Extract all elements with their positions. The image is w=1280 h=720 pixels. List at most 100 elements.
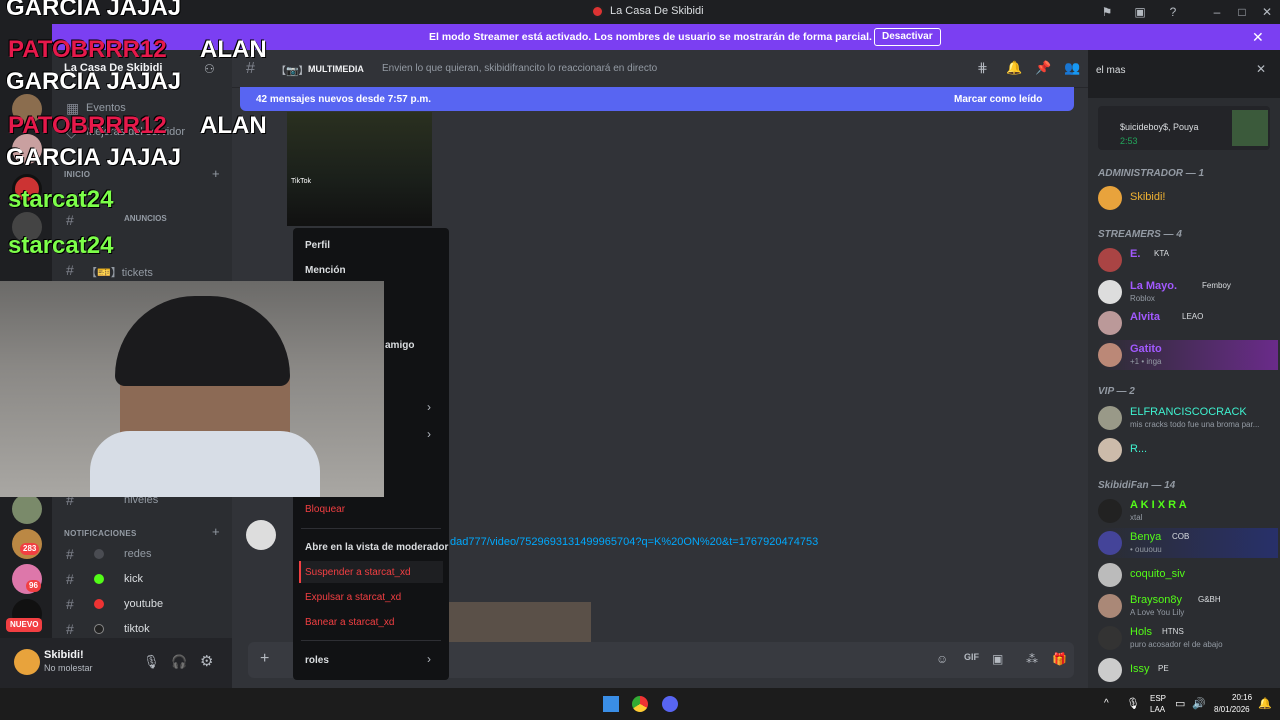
member-row[interactable]: Issy PE: [1098, 655, 1278, 685]
channel-emoji-icon: 【📷】: [276, 66, 309, 77]
member-row[interactable]: Hols HTNS puro acosador el de abajo: [1098, 623, 1278, 653]
now-playing-card[interactable]: $uicideboy$, Pouya 2:53: [1098, 106, 1270, 150]
stream-overlay-text: ALAN: [200, 36, 267, 63]
hash-icon: #: [66, 262, 74, 278]
screen-icon[interactable]: ▣: [1133, 5, 1147, 19]
chevron-right-icon[interactable]: ›: [427, 427, 431, 441]
stream-overlay-text: GARCIA JAJAJ: [6, 0, 182, 21]
microphone-icon[interactable]: 🎙: [1126, 697, 1140, 710]
gear-icon[interactable]: ⚙: [200, 652, 213, 670]
windows-start-icon[interactable]: [603, 696, 619, 712]
clear-search-icon[interactable]: ✕: [1256, 62, 1266, 76]
avatar: [1098, 248, 1122, 272]
user-name: Skibidi!: [44, 649, 84, 661]
gift-icon[interactable]: 🎁: [1052, 652, 1067, 666]
server-icon[interactable]: [12, 494, 42, 524]
member-row[interactable]: Benya COB • ouuouu: [1098, 528, 1278, 558]
avatar[interactable]: [14, 649, 40, 675]
apps-icon[interactable]: ⁂: [1026, 652, 1038, 666]
close-icon[interactable]: ✕: [1252, 29, 1264, 46]
channel-redes[interactable]: # redes: [64, 544, 224, 564]
channel-kick[interactable]: # kick: [64, 569, 224, 589]
clock-time[interactable]: 20:16: [1232, 693, 1252, 702]
tiktok-video-thumbnail[interactable]: TikTok: [287, 112, 432, 226]
role-header: VIP — 2: [1098, 386, 1135, 397]
search-panel: el mas ✕: [1088, 50, 1280, 98]
volume-icon[interactable]: 🔊: [1192, 697, 1206, 710]
chevron-right-icon[interactable]: ›: [427, 652, 431, 666]
channel-header: # 【📷】 MULTIMEDIA Envien lo que quieran, …: [232, 50, 1088, 88]
pin-icon[interactable]: 📌: [1035, 60, 1051, 76]
close-window-icon[interactable]: ✕: [1260, 5, 1274, 19]
gif-icon[interactable]: GIF: [964, 652, 979, 662]
avatar: [1098, 626, 1122, 650]
menu-moderator-view[interactable]: Abre en la vista de moderador: [305, 542, 448, 553]
add-attachment-icon[interactable]: +: [260, 650, 269, 668]
lang-line2[interactable]: LAA: [1150, 705, 1165, 714]
add-channel-icon[interactable]: +: [212, 166, 220, 181]
notification-badge: 283: [20, 543, 40, 555]
stream-overlay-text: PATOBRRR12: [8, 36, 167, 63]
menu-block[interactable]: Bloquear: [305, 504, 345, 515]
category-notifications[interactable]: NOTIFICACIONES: [64, 529, 137, 538]
bell-icon[interactable]: 🔔: [1006, 60, 1022, 76]
chrome-icon[interactable]: [632, 696, 648, 712]
member-row[interactable]: coquito_siv: [1098, 560, 1278, 590]
inbox-icon[interactable]: ⚑: [1100, 5, 1114, 19]
avatar: [1098, 186, 1122, 210]
lang-line1[interactable]: ESP: [1150, 694, 1166, 703]
menu-timeout[interactable]: Suspender a starcat_xd: [305, 567, 411, 578]
notification-badge: 96: [26, 580, 41, 592]
new-messages-bar[interactable]: 42 mensajes nuevos desde 7:57 p.m. Marca…: [240, 87, 1074, 111]
channel-name: MULTIMEDIA: [308, 64, 364, 74]
member-row[interactable]: Gatito +1 • inga: [1098, 340, 1278, 370]
webcam-overlay: [0, 281, 384, 497]
sticker-icon[interactable]: ▣: [992, 652, 1003, 666]
video-embed[interactable]: [449, 602, 591, 642]
channel-tiktok[interactable]: # tiktok: [64, 619, 224, 639]
stream-overlay-text: GARCIA JAJAJ: [6, 144, 182, 171]
threads-icon[interactable]: ⋕: [977, 60, 988, 76]
menu-profile[interactable]: Perfil: [305, 240, 330, 251]
mark-read-button[interactable]: Marcar como leído: [954, 94, 1042, 105]
emoji-icon[interactable]: ☺: [936, 652, 948, 666]
new-badge: NUEVO: [6, 618, 43, 632]
member-row[interactable]: R...: [1098, 435, 1278, 465]
member-row[interactable]: La Mayo. Femboy Roblox: [1098, 277, 1278, 307]
headphones-icon[interactable]: 🎧: [171, 654, 187, 670]
discord-icon[interactable]: [662, 696, 678, 712]
add-channel-icon[interactable]: +: [212, 524, 220, 539]
menu-ban[interactable]: Banear a starcat_xd: [305, 617, 395, 628]
invite-icon[interactable]: ⚇: [204, 62, 215, 76]
member-row[interactable]: Skibidi!: [1098, 183, 1278, 213]
channel-tickets[interactable]: # 【🎫】tickets: [64, 260, 224, 280]
disable-streamer-button[interactable]: Desactivar: [874, 28, 941, 46]
members-icon[interactable]: 👥: [1064, 60, 1080, 76]
help-icon[interactable]: ?: [1166, 5, 1180, 19]
streamer-message: El modo Streamer está activado. Los nomb…: [429, 31, 872, 43]
message-link[interactable]: dad777/video/7529693131499965704?q=K%20O…: [450, 536, 818, 548]
member-row[interactable]: A K I X R A xtal: [1098, 496, 1278, 526]
menu-friend[interactable]: amigo: [385, 340, 414, 351]
menu-roles[interactable]: roles: [305, 655, 329, 666]
network-icon[interactable]: ▭: [1175, 697, 1185, 710]
role-header: ADMINISTRADOR — 1: [1098, 168, 1205, 179]
search-input[interactable]: el mas: [1088, 60, 1268, 82]
member-row[interactable]: ELFRANCISCOCRACK mis cracks todo fue una…: [1098, 403, 1278, 433]
member-row[interactable]: Brayson8y G&BH A Love You Lily: [1098, 591, 1278, 621]
menu-mention[interactable]: Mención: [305, 265, 346, 276]
chevron-right-icon[interactable]: ›: [427, 400, 431, 414]
clock-date[interactable]: 8/01/2026: [1214, 705, 1250, 714]
minimize-icon[interactable]: –: [1210, 5, 1224, 19]
microphone-icon[interactable]: 🎙: [143, 654, 160, 670]
member-row[interactable]: Alvita LEAO: [1098, 308, 1278, 338]
menu-kick[interactable]: Expulsar a starcat_xd: [305, 592, 401, 603]
member-row[interactable]: E. KTA: [1098, 245, 1278, 275]
notification-icon[interactable]: 🔔: [1258, 697, 1272, 710]
chevron-up-icon[interactable]: ^: [1104, 698, 1109, 709]
avatar[interactable]: [246, 520, 276, 550]
maximize-icon[interactable]: □: [1235, 5, 1249, 19]
channel-youtube[interactable]: # youtube: [64, 594, 224, 614]
hash-icon: #: [66, 546, 74, 562]
avatar: [1098, 311, 1122, 335]
